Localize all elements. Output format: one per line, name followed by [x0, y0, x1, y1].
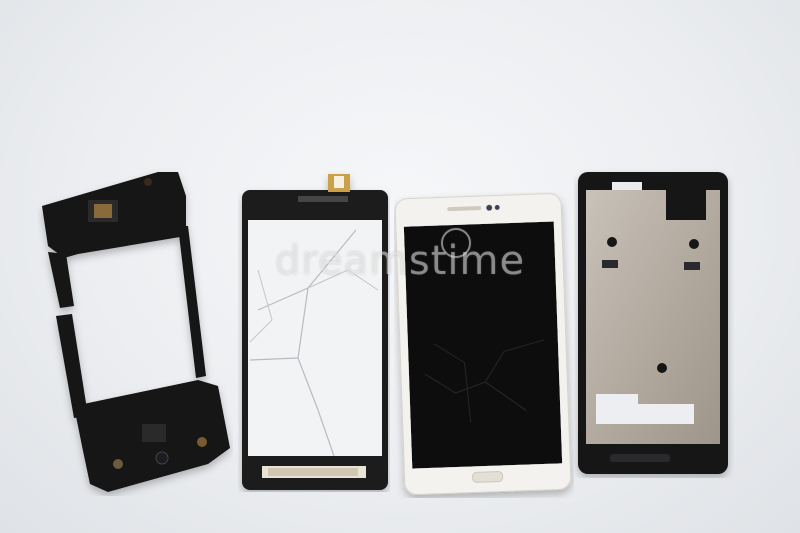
photo-scene: dreamstime	[0, 0, 800, 533]
watermark-logo-icon	[441, 228, 471, 258]
plastic-frame-part	[42, 172, 230, 492]
metal-mid-frame	[578, 172, 728, 474]
white-phone-broken-display	[394, 193, 572, 495]
cracked-touch-glass	[242, 174, 388, 490]
